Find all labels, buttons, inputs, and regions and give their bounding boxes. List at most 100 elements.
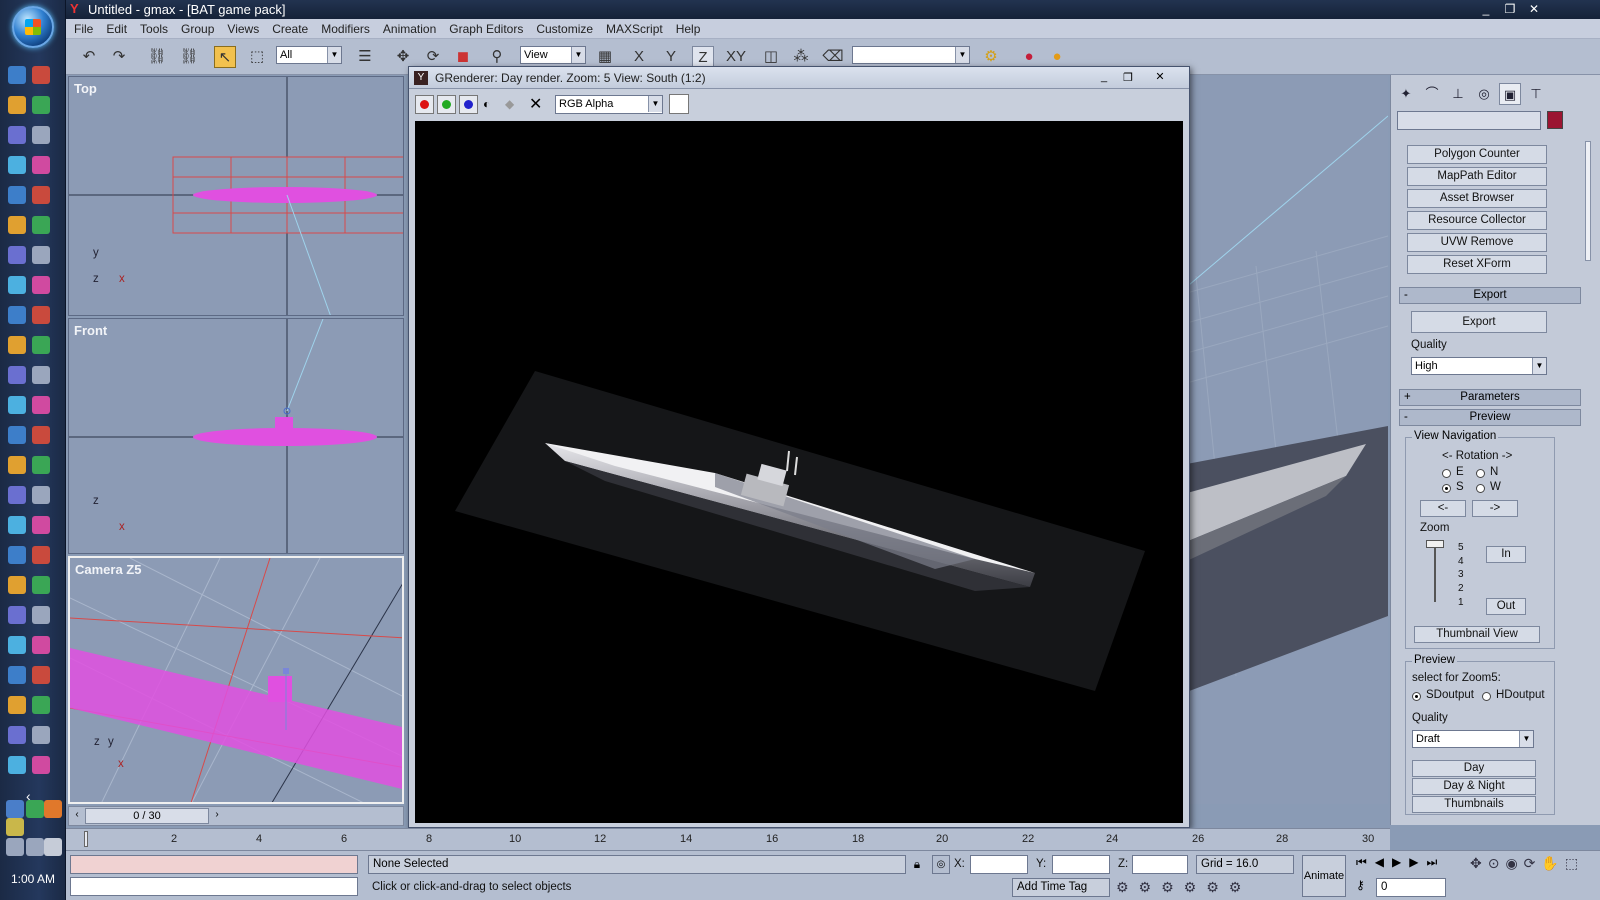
menu-help[interactable]: Help [676,22,701,36]
taskbar-clock[interactable]: 1:00 AM [0,872,66,886]
monitor-icon[interactable] [6,838,24,856]
pivot-center-icon[interactable]: ▦ [594,46,616,68]
object-color-swatch[interactable] [1547,111,1563,129]
close-button[interactable]: ✕ [1524,1,1544,17]
eraser-icon[interactable]: ⌫ [822,46,844,68]
hierarchy-tab-icon[interactable]: ⊥ [1447,83,1469,105]
launcher-shortcut-icon[interactable] [32,396,50,414]
launcher-shortcut-icon[interactable] [32,456,50,474]
launcher-shortcut-icon[interactable] [32,636,50,654]
undo-icon[interactable]: ↶ [78,46,100,68]
create-tab-icon[interactable]: ✦ [1395,83,1417,105]
viewport-label-top[interactable]: Top [74,81,97,96]
thumbnail-view-button[interactable]: Thumbnail View [1414,626,1540,643]
clear-image-button[interactable]: ✕ [529,94,547,113]
rotation-w-radio[interactable] [1476,484,1485,493]
zoom-in-button[interactable]: In [1486,546,1526,563]
polygon-counter-button[interactable]: Polygon Counter [1407,145,1547,164]
command-panel-scrollbar[interactable] [1585,141,1591,261]
chevron-left-icon[interactable]: ‹ [71,809,83,823]
axis-z-button[interactable]: Z [692,46,714,68]
current-frame-field[interactable]: 0 [1376,878,1446,897]
hd-output-radio[interactable] [1482,692,1491,701]
gmax-logo-icon[interactable]: Y [414,71,428,85]
reference-coord-dropdown[interactable]: View ▼ [520,46,586,64]
launcher-shortcut-icon[interactable] [32,186,50,204]
uvw-remove-button[interactable]: UVW Remove [1407,233,1547,252]
sd-output-radio[interactable] [1412,692,1421,701]
array-icon[interactable]: ⁂ [790,46,812,68]
network-icon[interactable] [6,800,24,818]
link-icon[interactable]: ⛓ [146,46,168,68]
day-night-render-button[interactable]: Day & Night [1412,778,1536,795]
menu-edit[interactable]: Edit [106,22,127,36]
time-cursor[interactable] [84,831,88,847]
lock-icon[interactable]: 🔒︎ [908,855,926,874]
menu-group[interactable]: Group [181,22,214,36]
blue-channel-toggle[interactable] [459,95,478,114]
render-close-button[interactable]: ✕ [1149,70,1171,85]
launcher-shortcut-icon[interactable] [8,96,26,114]
render-window[interactable]: Y GRenderer: Day render. Zoom: 5 View: S… [408,66,1190,828]
zoom-slider-track[interactable] [1434,544,1436,602]
region-select-icon[interactable]: ⬚ [246,46,268,68]
scale-icon[interactable]: ◼ [452,46,474,68]
viewport-label-camera[interactable]: Camera Z5 [75,562,141,577]
launcher-shortcut-icon[interactable] [32,276,50,294]
menu-customize[interactable]: Customize [536,22,593,36]
launcher-shortcut-icon[interactable] [8,486,26,504]
channel-dropdown[interactable]: RGB Alpha ▼ [555,95,663,114]
grid-snap-icon[interactable]: ⚙ [980,46,1002,68]
rotate-left-button[interactable]: <- [1420,500,1466,517]
alpha-icon[interactable]: ◐ [483,97,497,111]
launcher-shortcut-icon[interactable] [32,216,50,234]
launcher-shortcut-icon[interactable] [8,186,26,204]
launcher-shortcut-icon[interactable] [8,336,26,354]
menu-views[interactable]: Views [227,22,259,36]
launcher-shortcut-icon[interactable] [8,576,26,594]
display-icon[interactable] [26,838,44,856]
asset-browser-button[interactable]: Asset Browser [1407,189,1547,208]
absolute-mode-icon[interactable]: ◎ [932,855,950,874]
launcher-shortcut-icon[interactable] [32,126,50,144]
y-coord-field[interactable] [1052,855,1110,874]
viewport-top[interactable]: Top y z x [68,76,404,316]
day-render-button[interactable]: Day [1412,760,1536,777]
display-tab-icon[interactable]: ▣ [1499,83,1521,105]
launcher-shortcut-icon[interactable] [32,66,50,84]
rotate-icon[interactable]: ⟳ [422,46,444,68]
launcher-shortcut-icon[interactable] [32,336,50,354]
menu-file[interactable]: File [74,22,93,36]
axis-y-button[interactable]: Y [660,46,682,68]
named-selection-dropdown[interactable]: ▼ [852,46,970,64]
axis-x-button[interactable]: X [628,46,650,68]
move-icon[interactable]: ✥ [392,46,414,68]
green-channel-toggle[interactable] [437,95,456,114]
speaker-icon[interactable] [44,838,62,856]
launcher-shortcut-icon[interactable] [32,306,50,324]
launcher-shortcut-icon[interactable] [32,726,50,744]
launcher-shortcut-icon[interactable] [32,366,50,384]
hand-icon[interactable] [44,800,62,818]
menu-maxscript[interactable]: MAXScript [606,22,663,36]
rotation-s-radio[interactable] [1442,484,1451,493]
select-object-icon[interactable]: ↖ [214,46,236,68]
launcher-shortcut-icon[interactable] [8,126,26,144]
launcher-shortcut-icon[interactable] [32,246,50,264]
menu-animation[interactable]: Animation [383,22,436,36]
render-restore-button[interactable]: ❐ [1119,71,1137,85]
reset-xform-button[interactable]: Reset XForm [1407,255,1547,274]
preview-quality-dropdown[interactable]: Draft ▼ [1412,730,1534,748]
zoom-slider-handle[interactable] [1426,540,1444,548]
playback-controls[interactable]: ⏮◀▶▶⏭ [1356,855,1466,873]
resource-collector-button[interactable]: Resource Collector [1407,211,1547,230]
monochrome-icon[interactable]: ◆ [505,97,519,111]
viewport-front[interactable]: Front z x [68,318,404,554]
mappath-editor-button[interactable]: MapPath Editor [1407,167,1547,186]
people-icon[interactable] [26,800,44,818]
launcher-shortcut-icon[interactable] [8,546,26,564]
unlink-icon[interactable]: ⛓ [178,46,200,68]
track-bar[interactable]: 2 4 6 8 10 12 14 16 18 20 22 24 26 28 30 [66,828,1390,850]
thumbnails-render-button[interactable]: Thumbnails [1412,796,1536,813]
viewport-label-front[interactable]: Front [74,323,107,338]
